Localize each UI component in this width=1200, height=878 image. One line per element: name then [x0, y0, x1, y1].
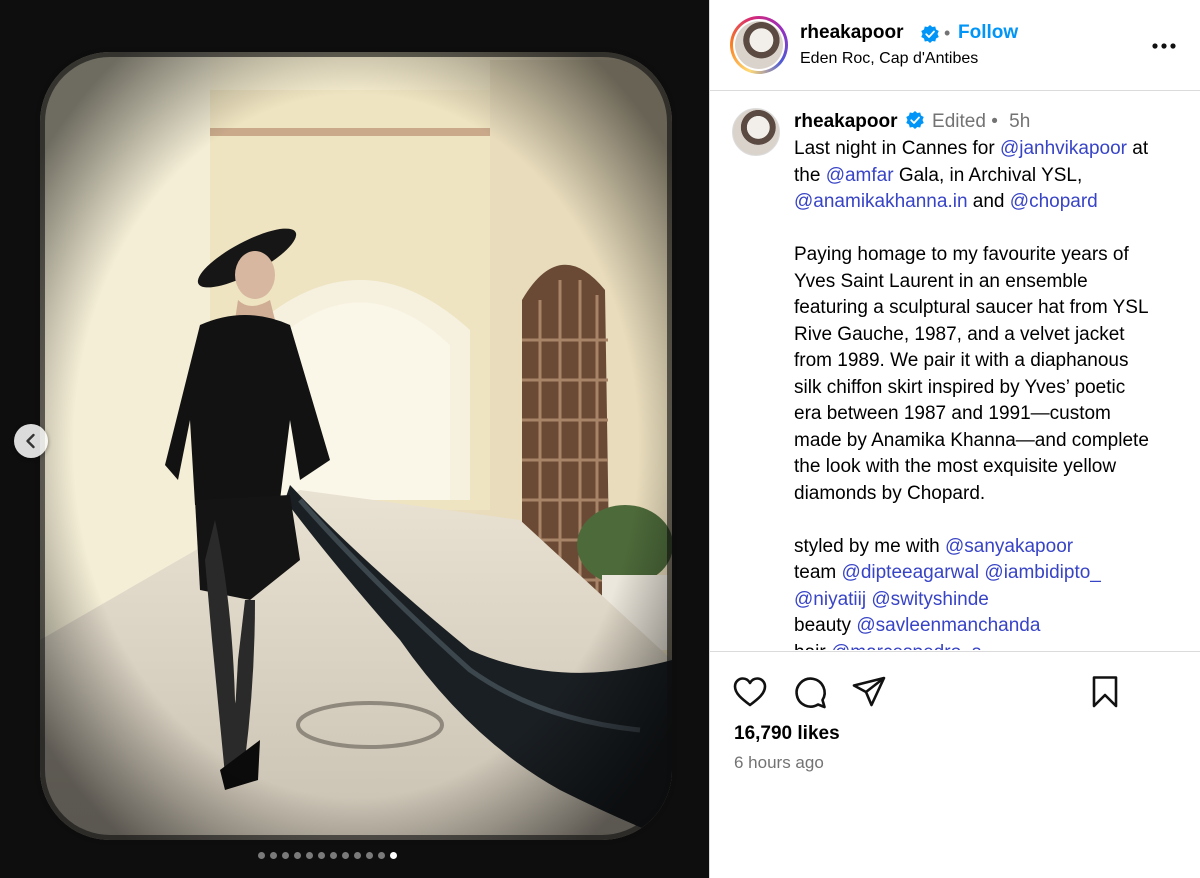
caption-username[interactable]: rheakapoor: [794, 111, 897, 132]
caption-segment: the: [794, 164, 826, 186]
comment-icon[interactable]: [792, 674, 828, 710]
mention-link[interactable]: @janhvikapoor: [1000, 138, 1127, 159]
header-separator: •: [944, 23, 951, 43]
carousel-dot: [354, 852, 361, 859]
follow-button[interactable]: Follow: [958, 22, 1018, 44]
more-options-icon[interactable]: [1151, 33, 1177, 59]
caption-line: @anamikakhanna.in and @chopard: [794, 189, 1189, 216]
caption-segment: diamonds by Chopard.: [794, 482, 986, 504]
mention-link[interactable]: @savleenmanchanda: [856, 615, 1040, 636]
post-location[interactable]: Eden Roc, Cap d'Antibes: [800, 50, 978, 68]
caption-segment: and: [967, 191, 1010, 212]
caption-line: made by Anamika Khanna—and complete: [794, 428, 1189, 455]
mention-link[interactable]: @anamikakhanna.in: [794, 191, 968, 212]
carousel-dot: [270, 852, 277, 859]
caption-text: Last night in Cannes for @janhvikapoor a…: [794, 136, 1189, 650]
caption-line: Paying homage to my favourite years of: [794, 242, 1189, 269]
caption-segment: team: [794, 562, 842, 583]
previous-photo-button[interactable]: [14, 424, 48, 458]
caption-segment: Gala, in Archival YSL,: [893, 164, 1083, 186]
share-icon[interactable]: [851, 674, 887, 710]
caption-segment: styled by me with: [794, 535, 945, 557]
caption-avatar[interactable]: [732, 108, 780, 156]
caption-line: diamonds by Chopard.: [794, 481, 1189, 508]
post-photo: [0, 0, 709, 878]
mention-link[interactable]: @chopard: [1010, 191, 1098, 212]
carousel-dot: [282, 852, 289, 859]
carousel-dot: [378, 852, 385, 859]
caption-line: Last night in Cannes for @janhvikapoor a…: [794, 136, 1189, 163]
carousel-indicator: [258, 852, 397, 859]
caption-line: team @dipteeagarwal @iambidipto_: [794, 560, 1189, 587]
caption-blank-line: [794, 216, 1189, 243]
caption-segment: Paying homage to my favourite years of: [794, 244, 1129, 265]
heart-icon[interactable]: [732, 674, 768, 710]
carousel-dot: [318, 852, 325, 859]
mention-link[interactable]: @sanyakapoor: [945, 536, 1073, 557]
caption-header: rheakapoor Edited • 5h: [794, 110, 1030, 133]
edited-label: Edited: [932, 111, 986, 132]
caption-segment: at: [1127, 138, 1149, 159]
carousel-dot: [306, 852, 313, 859]
caption-line: from 1989. We pair it with a diaphanous: [794, 348, 1189, 375]
caption-line: featuring a sculptural saucer hat from Y…: [794, 295, 1189, 322]
carousel-dot: [342, 852, 349, 859]
post-media[interactable]: [0, 0, 709, 878]
caption-line: silk chiffon skirt inspired by Yves’ poe…: [794, 375, 1189, 402]
mention-link[interactable]: @marcespedro_s: [831, 642, 981, 651]
likes-count[interactable]: 16,790 likes: [734, 723, 840, 745]
carousel-dot: [258, 852, 265, 859]
caption-segment: featuring a sculptural saucer hat from Y…: [794, 297, 1149, 318]
verified-badge-icon: [921, 25, 939, 43]
mention-link[interactable]: @swityshinde: [871, 589, 989, 610]
caption-age: 5h: [1009, 111, 1031, 132]
bookmark-icon[interactable]: [1087, 674, 1123, 710]
profile-avatar[interactable]: [730, 16, 788, 74]
caption-line: styled by me with @sanyakapoor: [794, 534, 1189, 561]
caption-line: the look with the most exquisite yellow: [794, 454, 1189, 481]
verified-badge-icon: [906, 111, 924, 129]
mention-link[interactable]: @iambidipto_: [984, 562, 1100, 583]
caption-line: beauty @savleenmanchanda: [794, 613, 1189, 640]
post-actions: 16,790 likes 6 hours ago: [710, 651, 1200, 878]
caption-separator: •: [991, 111, 998, 132]
caption-segment: made by Anamika Khanna—and complete: [794, 429, 1149, 451]
carousel-dot: [294, 852, 301, 859]
caption-line: Yves Saint Laurent in an ensemble: [794, 269, 1189, 296]
post-side-panel: rheakapoor • Follow Eden Roc, Cap d'Anti…: [709, 0, 1200, 878]
caption-segment: beauty: [794, 615, 857, 636]
caption-line: the @amfar Gala, in Archival YSL,: [794, 163, 1189, 190]
comments-section[interactable]: rheakapoor Edited • 5h Last night in Can…: [710, 92, 1200, 650]
chevron-left-icon: [26, 433, 35, 449]
post-time[interactable]: 6 hours ago: [734, 753, 824, 773]
carousel-dot: [366, 852, 373, 859]
caption-line: hair @marcespedro_s: [794, 640, 1189, 651]
mention-link[interactable]: @niyatiij: [794, 589, 866, 610]
caption-segment: era between 1987 and 1991—custom: [794, 403, 1111, 424]
caption-blank-line: [794, 507, 1189, 534]
caption-segment: Last night in Cannes for: [794, 138, 1000, 159]
caption-segment: the look with the most exquisite yellow: [794, 456, 1117, 477]
carousel-dot: [330, 852, 337, 859]
caption-segment: Rive Gauche, 1987, and a velvet jacket: [794, 323, 1125, 345]
avatar-image: [735, 21, 783, 69]
header-username[interactable]: rheakapoor: [800, 22, 903, 44]
caption-segment: hair: [794, 642, 831, 651]
carousel-dot: [390, 852, 397, 859]
mention-link[interactable]: @amfar: [826, 165, 894, 186]
caption-line: Rive Gauche, 1987, and a velvet jacket: [794, 322, 1189, 349]
caption-segment: from 1989. We pair it with a diaphanous: [794, 350, 1129, 371]
mention-link[interactable]: @dipteeagarwal: [842, 562, 980, 583]
caption-segment: Yves Saint Laurent in an ensemble: [794, 270, 1088, 292]
caption-line: era between 1987 and 1991—custom: [794, 401, 1189, 428]
post-header: rheakapoor • Follow Eden Roc, Cap d'Anti…: [710, 0, 1200, 91]
caption-segment: silk chiffon skirt inspired by Yves’ poe…: [794, 376, 1126, 398]
caption-line: @niyatiij @swityshinde: [794, 587, 1189, 614]
